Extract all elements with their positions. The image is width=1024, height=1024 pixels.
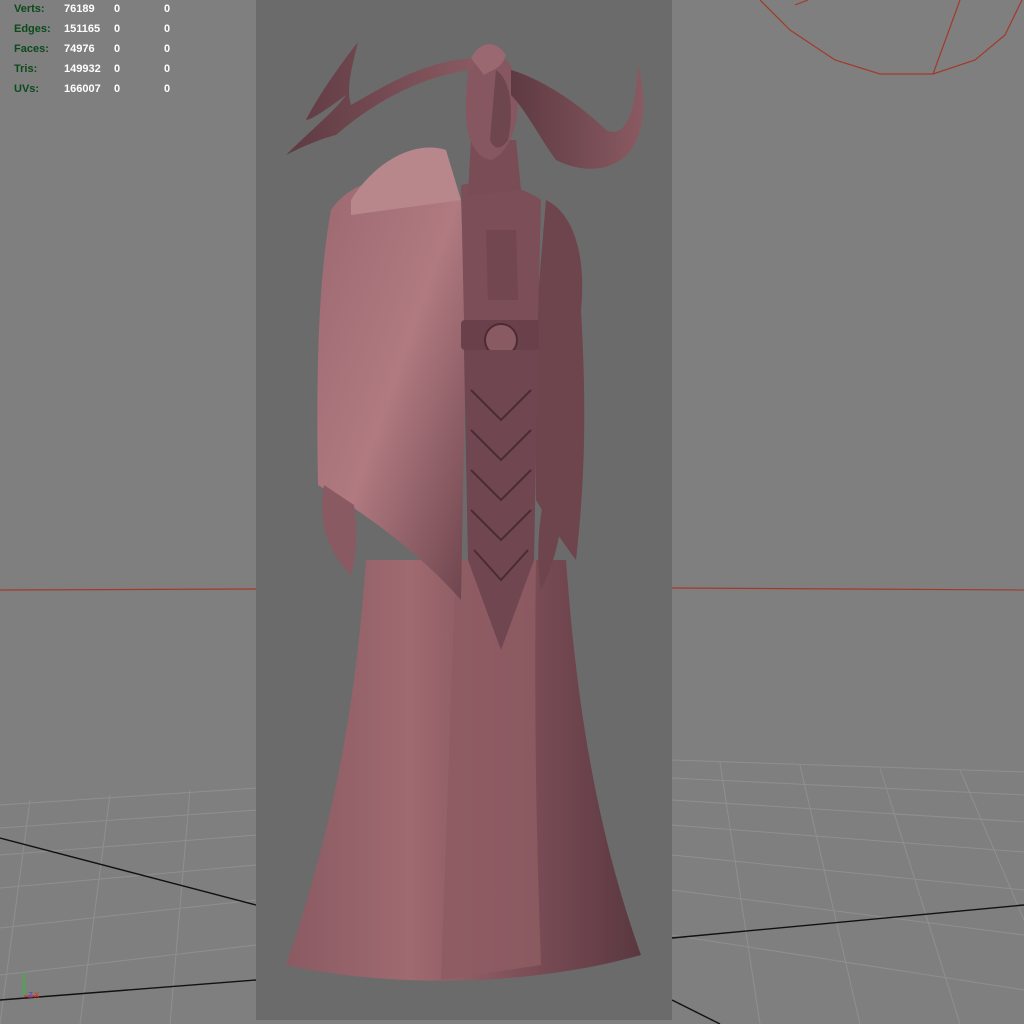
hud-value: 0 bbox=[114, 83, 121, 95]
hud-row-tris: Tris: 149932 0 0 bbox=[0, 61, 190, 77]
abs-shading bbox=[486, 230, 518, 300]
hud-value: 0 bbox=[164, 3, 171, 15]
poly-count-hud: Verts: 76189 0 0 Edges: 151165 0 0 Faces… bbox=[0, 0, 200, 100]
hud-row-faces: Faces: 74976 0 0 bbox=[0, 41, 190, 57]
hud-value: 0 bbox=[164, 43, 171, 55]
perspective-viewport[interactable]: Verts: 76189 0 0 Edges: 151165 0 0 Faces… bbox=[0, 0, 1024, 1024]
hud-label: Edges: bbox=[14, 23, 51, 35]
axis-gizmo-icon: Y Z X bbox=[16, 972, 48, 1004]
hud-value: 74976 bbox=[64, 43, 95, 55]
right-horn bbox=[511, 65, 644, 169]
hud-row-edges: Edges: 151165 0 0 bbox=[0, 21, 190, 37]
horizon-axis-line-right bbox=[671, 587, 1024, 591]
hud-value: 166007 bbox=[64, 83, 101, 95]
robe-front-panel bbox=[441, 560, 541, 980]
hud-value: 0 bbox=[164, 83, 171, 95]
hud-value: 151165 bbox=[64, 23, 101, 35]
hud-value: 149932 bbox=[64, 63, 101, 75]
y-axis-label: Y bbox=[22, 972, 28, 982]
z-axis-label: Z bbox=[28, 991, 33, 1000]
hud-value: 0 bbox=[164, 23, 171, 35]
world-axis-line-right-bottom bbox=[671, 999, 721, 1024]
hud-value: 0 bbox=[114, 63, 121, 75]
hud-label: Tris: bbox=[14, 63, 38, 75]
hud-label: Verts: bbox=[14, 3, 45, 15]
left-horn bbox=[286, 42, 476, 155]
hud-label: Faces: bbox=[14, 43, 49, 55]
hud-value: 0 bbox=[114, 23, 121, 35]
character-model bbox=[286, 42, 644, 981]
horizon-axis-line-left bbox=[0, 588, 257, 591]
render-region bbox=[256, 0, 672, 1020]
hud-row-uvs: UVs: 166007 0 0 bbox=[0, 81, 190, 97]
hud-value: 0 bbox=[164, 63, 171, 75]
hud-row-verts: Verts: 76189 0 0 bbox=[0, 1, 190, 17]
light-wireframe bbox=[759, 0, 1023, 75]
hud-value: 0 bbox=[114, 43, 121, 55]
hud-label: UVs: bbox=[14, 83, 40, 95]
x-axis-label: X bbox=[34, 991, 40, 1000]
hud-value: 0 bbox=[114, 3, 121, 15]
world-axis-line-right bbox=[671, 904, 1024, 939]
world-axis-line-left bbox=[0, 837, 257, 906]
hud-value: 76189 bbox=[64, 3, 95, 15]
